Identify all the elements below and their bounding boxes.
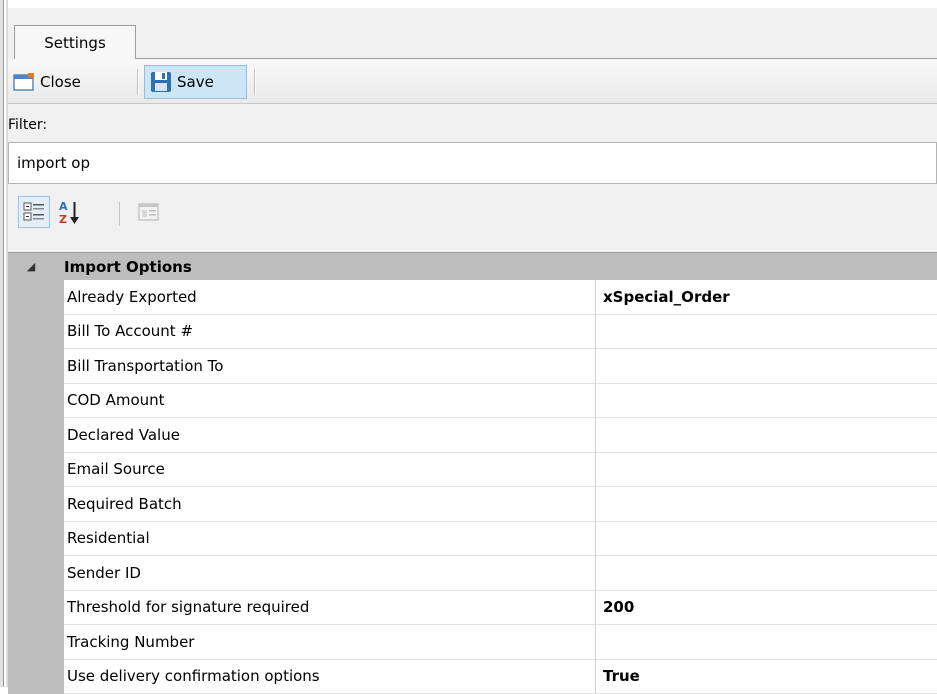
categorized-view-button[interactable] <box>18 196 50 228</box>
grid-toolbar-separator <box>119 202 120 226</box>
property-name[interactable]: Residential <box>64 522 596 557</box>
row-gutter <box>8 591 64 626</box>
property-row[interactable]: Bill Transportation To <box>8 349 937 384</box>
property-value[interactable] <box>596 315 937 350</box>
save-button-label: Save <box>177 73 214 91</box>
property-name[interactable]: Required Batch <box>64 487 596 522</box>
category-label: Import Options <box>54 258 192 276</box>
property-row[interactable]: Tracking Number <box>8 625 937 660</box>
property-row[interactable]: Required Batch <box>8 487 937 522</box>
property-value[interactable] <box>596 418 937 453</box>
property-name[interactable]: Declared Value <box>64 418 596 453</box>
property-value[interactable]: 200 <box>596 591 937 626</box>
property-value[interactable] <box>596 453 937 488</box>
property-value[interactable] <box>596 487 937 522</box>
row-gutter <box>8 384 64 419</box>
property-name[interactable]: Already Exported <box>64 280 596 315</box>
main-toolbar: Close Save <box>8 59 937 104</box>
property-grid: ◢ Import Options Already ExportedxSpecia… <box>8 252 937 694</box>
close-button[interactable]: Close <box>8 65 130 99</box>
filter-input[interactable] <box>8 142 937 184</box>
close-button-label: Close <box>40 73 81 91</box>
toolbar-separator <box>137 69 139 95</box>
filter-label: Filter: <box>8 117 47 133</box>
property-name[interactable]: Use delivery confirmation options <box>64 660 596 694</box>
property-name[interactable]: Email Source <box>64 453 596 488</box>
property-name[interactable]: Bill To Account # <box>64 315 596 350</box>
row-gutter <box>8 349 64 384</box>
property-grid-toolbar: A Z <box>8 188 937 238</box>
window-close-icon <box>13 72 35 92</box>
row-gutter <box>8 522 64 557</box>
tab-strip: Settings <box>8 8 937 58</box>
tab-settings-label: Settings <box>44 34 106 52</box>
property-value[interactable]: xSpecial_Order <box>596 280 937 315</box>
window-frame-left <box>0 0 8 687</box>
property-row[interactable]: COD Amount <box>8 384 937 419</box>
sort-az-icon: A Z <box>58 199 82 225</box>
property-name[interactable]: Threshold for signature required <box>64 591 596 626</box>
property-value[interactable] <box>596 349 937 384</box>
property-name[interactable]: Sender ID <box>64 556 596 591</box>
property-row[interactable]: Bill To Account # <box>8 315 937 350</box>
row-gutter <box>8 418 64 453</box>
property-row[interactable]: Use delivery confirmation optionsTrue <box>8 660 937 694</box>
category-row-import-options[interactable]: ◢ Import Options <box>8 252 937 280</box>
row-gutter <box>8 315 64 350</box>
property-name[interactable]: COD Amount <box>64 384 596 419</box>
toolbar-separator <box>254 69 256 95</box>
property-name[interactable]: Bill Transportation To <box>64 349 596 384</box>
tab-settings[interactable]: Settings <box>14 25 136 59</box>
row-gutter <box>8 556 64 591</box>
property-rows: Already ExportedxSpecial_OrderBill To Ac… <box>8 280 937 694</box>
property-name[interactable]: Tracking Number <box>64 625 596 660</box>
svg-text:Z: Z <box>59 213 67 225</box>
property-pages-button[interactable] <box>133 196 165 228</box>
row-gutter <box>8 280 64 315</box>
property-row[interactable]: Email Source <box>8 453 937 488</box>
row-gutter <box>8 453 64 488</box>
settings-panel: Settings Close <box>8 0 937 687</box>
property-row[interactable]: Residential <box>8 522 937 557</box>
property-row[interactable]: Already ExportedxSpecial_Order <box>8 280 937 315</box>
property-value[interactable] <box>596 522 937 557</box>
save-button[interactable]: Save <box>144 65 247 99</box>
row-gutter <box>8 660 64 694</box>
svg-text:A: A <box>59 200 68 213</box>
property-value[interactable]: True <box>596 660 937 694</box>
property-pages-icon <box>138 202 160 222</box>
property-value[interactable] <box>596 384 937 419</box>
row-gutter <box>8 487 64 522</box>
property-value[interactable] <box>596 625 937 660</box>
row-gutter <box>8 625 64 660</box>
categorized-view-icon <box>23 201 45 223</box>
property-row[interactable]: Sender ID <box>8 556 937 591</box>
property-value[interactable] <box>596 556 937 591</box>
alphabetical-sort-button[interactable]: A Z <box>54 196 86 228</box>
collapse-triangle-icon[interactable]: ◢ <box>8 260 54 273</box>
property-row[interactable]: Declared Value <box>8 418 937 453</box>
floppy-disk-icon <box>150 71 172 93</box>
property-row[interactable]: Threshold for signature required200 <box>8 591 937 626</box>
